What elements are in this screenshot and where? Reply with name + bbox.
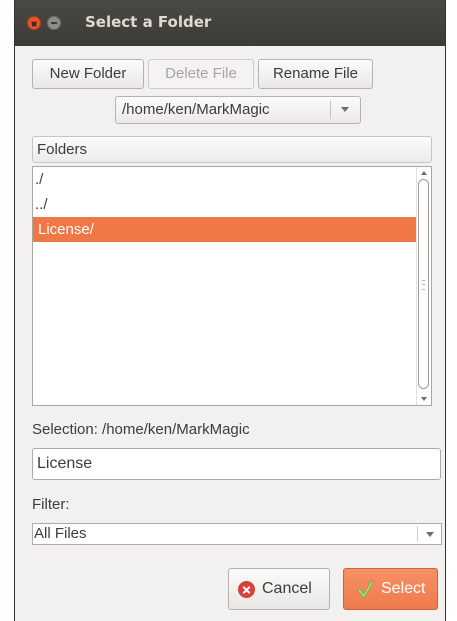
dropdown-separator	[330, 101, 331, 119]
path-dropdown[interactable]: /home/ken/MarkMagic	[115, 96, 361, 124]
filter-dropdown[interactable]: All Files	[32, 523, 442, 545]
close-icon[interactable]	[27, 16, 41, 30]
dialog-window: Select a Folder New Folder Delete File R…	[14, 0, 446, 621]
check-icon	[357, 580, 374, 598]
dropdown-separator	[417, 526, 418, 542]
scroll-up-arrow-icon[interactable]	[421, 171, 427, 175]
chevron-down-icon[interactable]	[341, 107, 349, 112]
selection-input[interactable]: License	[32, 448, 441, 480]
select-button[interactable]: Select	[343, 568, 438, 610]
path-value: /home/ken/MarkMagic	[122, 101, 270, 118]
list-item[interactable]: ./	[33, 167, 417, 192]
minimize-icon[interactable]	[47, 16, 61, 30]
list-item-selected[interactable]: License/	[33, 217, 417, 242]
filter-value: All Files	[34, 525, 87, 542]
chevron-down-icon[interactable]	[426, 532, 434, 537]
vertical-scrollbar[interactable]	[416, 167, 431, 405]
window-title: Select a Folder	[85, 13, 212, 31]
delete-file-button[interactable]: Delete File	[148, 59, 254, 89]
selection-label: Selection: /home/ken/MarkMagic	[32, 421, 250, 438]
folder-list[interactable]: ./ ../ License/	[32, 166, 432, 406]
rename-file-button[interactable]: Rename File	[258, 59, 373, 89]
new-folder-button[interactable]: New Folder	[32, 59, 144, 89]
cancel-label: Cancel	[262, 580, 312, 597]
scroll-down-arrow-icon[interactable]	[421, 397, 427, 401]
title-bar: Select a Folder	[15, 0, 445, 46]
select-label: Select	[381, 580, 426, 597]
cancel-icon	[238, 581, 255, 598]
list-item[interactable]: ../	[33, 192, 417, 217]
filter-label: Filter:	[32, 496, 70, 513]
folders-column-header[interactable]: Folders	[32, 136, 432, 163]
scrollbar-thumb[interactable]	[418, 179, 429, 389]
grip-icon	[422, 280, 425, 290]
cancel-button[interactable]: Cancel	[228, 568, 330, 610]
